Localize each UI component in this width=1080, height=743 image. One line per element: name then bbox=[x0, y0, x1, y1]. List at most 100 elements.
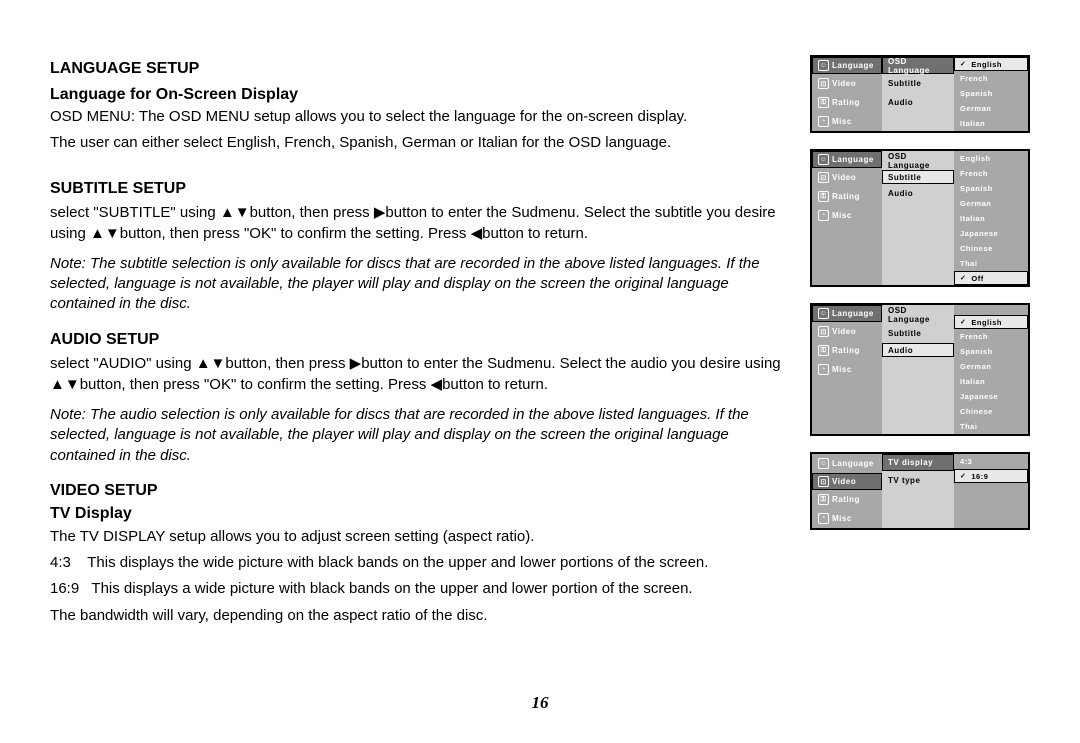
submenu-item: TV display bbox=[888, 458, 933, 467]
text: button to return. bbox=[482, 225, 588, 242]
left-icon: ◀ bbox=[471, 224, 483, 244]
up-down-icon: ▲▼ bbox=[196, 354, 226, 374]
menu-item: Rating bbox=[832, 346, 860, 355]
menu-item: Video bbox=[832, 173, 856, 182]
submenu-item: Audio bbox=[888, 346, 913, 355]
option-item: Japanese bbox=[960, 229, 998, 238]
text: button, then press bbox=[250, 204, 374, 221]
submenu-item: OSD Language bbox=[888, 306, 950, 324]
menu-item: Language bbox=[832, 61, 874, 70]
menu-item: Language bbox=[832, 155, 874, 164]
left-icon: ◀ bbox=[431, 375, 443, 395]
submenu-item: Subtitle bbox=[888, 79, 921, 88]
option-item: English bbox=[971, 60, 1002, 69]
text: button, then press "OK" to confirm the s… bbox=[80, 376, 431, 393]
option-item: Spanish bbox=[960, 184, 993, 193]
option-item: Thai bbox=[960, 422, 977, 431]
lock-icon: ⚿ bbox=[818, 97, 829, 108]
misc-icon: ◔ bbox=[818, 513, 829, 524]
option-item: Chinese bbox=[960, 244, 993, 253]
tv-icon: ⊡ bbox=[818, 172, 829, 183]
menu-item: Misc bbox=[832, 365, 852, 374]
option-item: French bbox=[960, 169, 988, 178]
osd-menu-subtitle: ☺Language ⊡Video ⚿Rating ◔Misc OSD Langu… bbox=[810, 149, 1030, 287]
submenu-item: OSD Language bbox=[888, 57, 950, 75]
subtitle-note: Note: The subtitle selection is only ava… bbox=[50, 254, 790, 315]
language-body-1: OSD MENU: The OSD MENU setup allows you … bbox=[50, 107, 790, 127]
audio-body: select "AUDIO" using ▲▼button, then pres… bbox=[50, 354, 790, 395]
text: select "AUDIO" using bbox=[50, 355, 196, 372]
menu-item: Video bbox=[832, 327, 856, 336]
face-icon: ☺ bbox=[818, 60, 829, 71]
text: button, then press bbox=[225, 355, 349, 372]
face-icon: ☺ bbox=[818, 458, 829, 469]
audio-note: Note: The audio selection is only availa… bbox=[50, 405, 790, 466]
option-item: Spanish bbox=[960, 347, 993, 356]
menu-item: Language bbox=[832, 459, 874, 468]
video-setup-title: VIDEO SETUP bbox=[50, 480, 790, 502]
option-item: Italian bbox=[960, 377, 985, 386]
up-down-icon: ▲▼ bbox=[90, 224, 120, 244]
menu-item: Video bbox=[832, 79, 856, 88]
option-item: Japanese bbox=[960, 392, 998, 401]
menu-item: Misc bbox=[832, 211, 852, 220]
tv-icon: ⊡ bbox=[818, 476, 829, 487]
option-item: German bbox=[960, 362, 991, 371]
subtitle-setup-title: SUBTITLE SETUP bbox=[50, 178, 790, 200]
submenu-item: Audio bbox=[888, 189, 913, 198]
menu-item: Language bbox=[832, 309, 874, 318]
option-item: Off bbox=[971, 274, 983, 283]
lock-icon: ⚿ bbox=[818, 345, 829, 356]
face-icon: ☺ bbox=[818, 154, 829, 165]
option-item: English bbox=[971, 318, 1002, 327]
text: button to return. bbox=[442, 376, 548, 393]
option-item: Spanish bbox=[960, 89, 993, 98]
audio-setup-title: AUDIO SETUP bbox=[50, 329, 790, 351]
tv-display-subtitle: TV Display bbox=[50, 503, 790, 525]
video-body-2: 4:3 This displays the wide picture with … bbox=[50, 553, 790, 573]
option-item: Italian bbox=[960, 214, 985, 223]
menu-item: Video bbox=[832, 477, 856, 486]
video-body-3: 16:9 This displays a wide picture with b… bbox=[50, 579, 790, 599]
option-item: Italian bbox=[960, 119, 985, 128]
language-setup-title: LANGUAGE SETUP bbox=[50, 58, 790, 80]
option-item: French bbox=[960, 332, 988, 341]
text: button to enter the Sudmenu. Select the … bbox=[361, 355, 780, 372]
menu-item: Misc bbox=[832, 514, 852, 523]
menu-item: Rating bbox=[832, 98, 860, 107]
video-body-4: The bandwidth will vary, depending on th… bbox=[50, 606, 790, 626]
osd-menu-video: ☺Language ⊡Video ⚿Rating ◔Misc TV displa… bbox=[810, 452, 1030, 530]
lock-icon: ⚿ bbox=[818, 191, 829, 202]
tv-icon: ⊡ bbox=[818, 326, 829, 337]
video-body-1: The TV DISPLAY setup allows you to adjus… bbox=[50, 527, 790, 547]
subtitle-body: select "SUBTITLE" using ▲▼button, then p… bbox=[50, 203, 790, 244]
text: select "SUBTITLE" using bbox=[50, 204, 220, 221]
menu-item: Misc bbox=[832, 117, 852, 126]
option-item: English bbox=[960, 154, 991, 163]
language-body-2: The user can either select English, Fren… bbox=[50, 133, 790, 153]
lock-icon: ⚿ bbox=[818, 494, 829, 505]
right-icon: ▶ bbox=[374, 203, 386, 223]
language-osd-subtitle: Language for On-Screen Display bbox=[50, 84, 790, 106]
submenu-item: OSD Language bbox=[888, 152, 950, 170]
osd-menu-language: ☺Language ⊡Video ⚿Rating ◔Misc OSD Langu… bbox=[810, 55, 1030, 133]
text: button, then press "OK" to confirm the s… bbox=[120, 225, 471, 242]
submenu-item: Audio bbox=[888, 98, 913, 107]
misc-icon: ◔ bbox=[818, 364, 829, 375]
submenu-item: Subtitle bbox=[888, 329, 921, 338]
misc-icon: ◔ bbox=[818, 116, 829, 127]
up-down-icon: ▲▼ bbox=[50, 375, 80, 395]
option-item: German bbox=[960, 199, 991, 208]
submenu-item: TV type bbox=[888, 476, 920, 485]
menu-item: Rating bbox=[832, 192, 860, 201]
option-item: 16:9 bbox=[971, 472, 988, 481]
menu-item: Rating bbox=[832, 495, 860, 504]
option-item: Thai bbox=[960, 259, 977, 268]
option-item: French bbox=[960, 74, 988, 83]
right-icon: ▶ bbox=[350, 354, 362, 374]
submenu-item: Subtitle bbox=[888, 173, 921, 182]
up-down-icon: ▲▼ bbox=[220, 203, 250, 223]
misc-icon: ◔ bbox=[818, 210, 829, 221]
face-icon: ☺ bbox=[818, 308, 829, 319]
tv-icon: ⊡ bbox=[818, 78, 829, 89]
